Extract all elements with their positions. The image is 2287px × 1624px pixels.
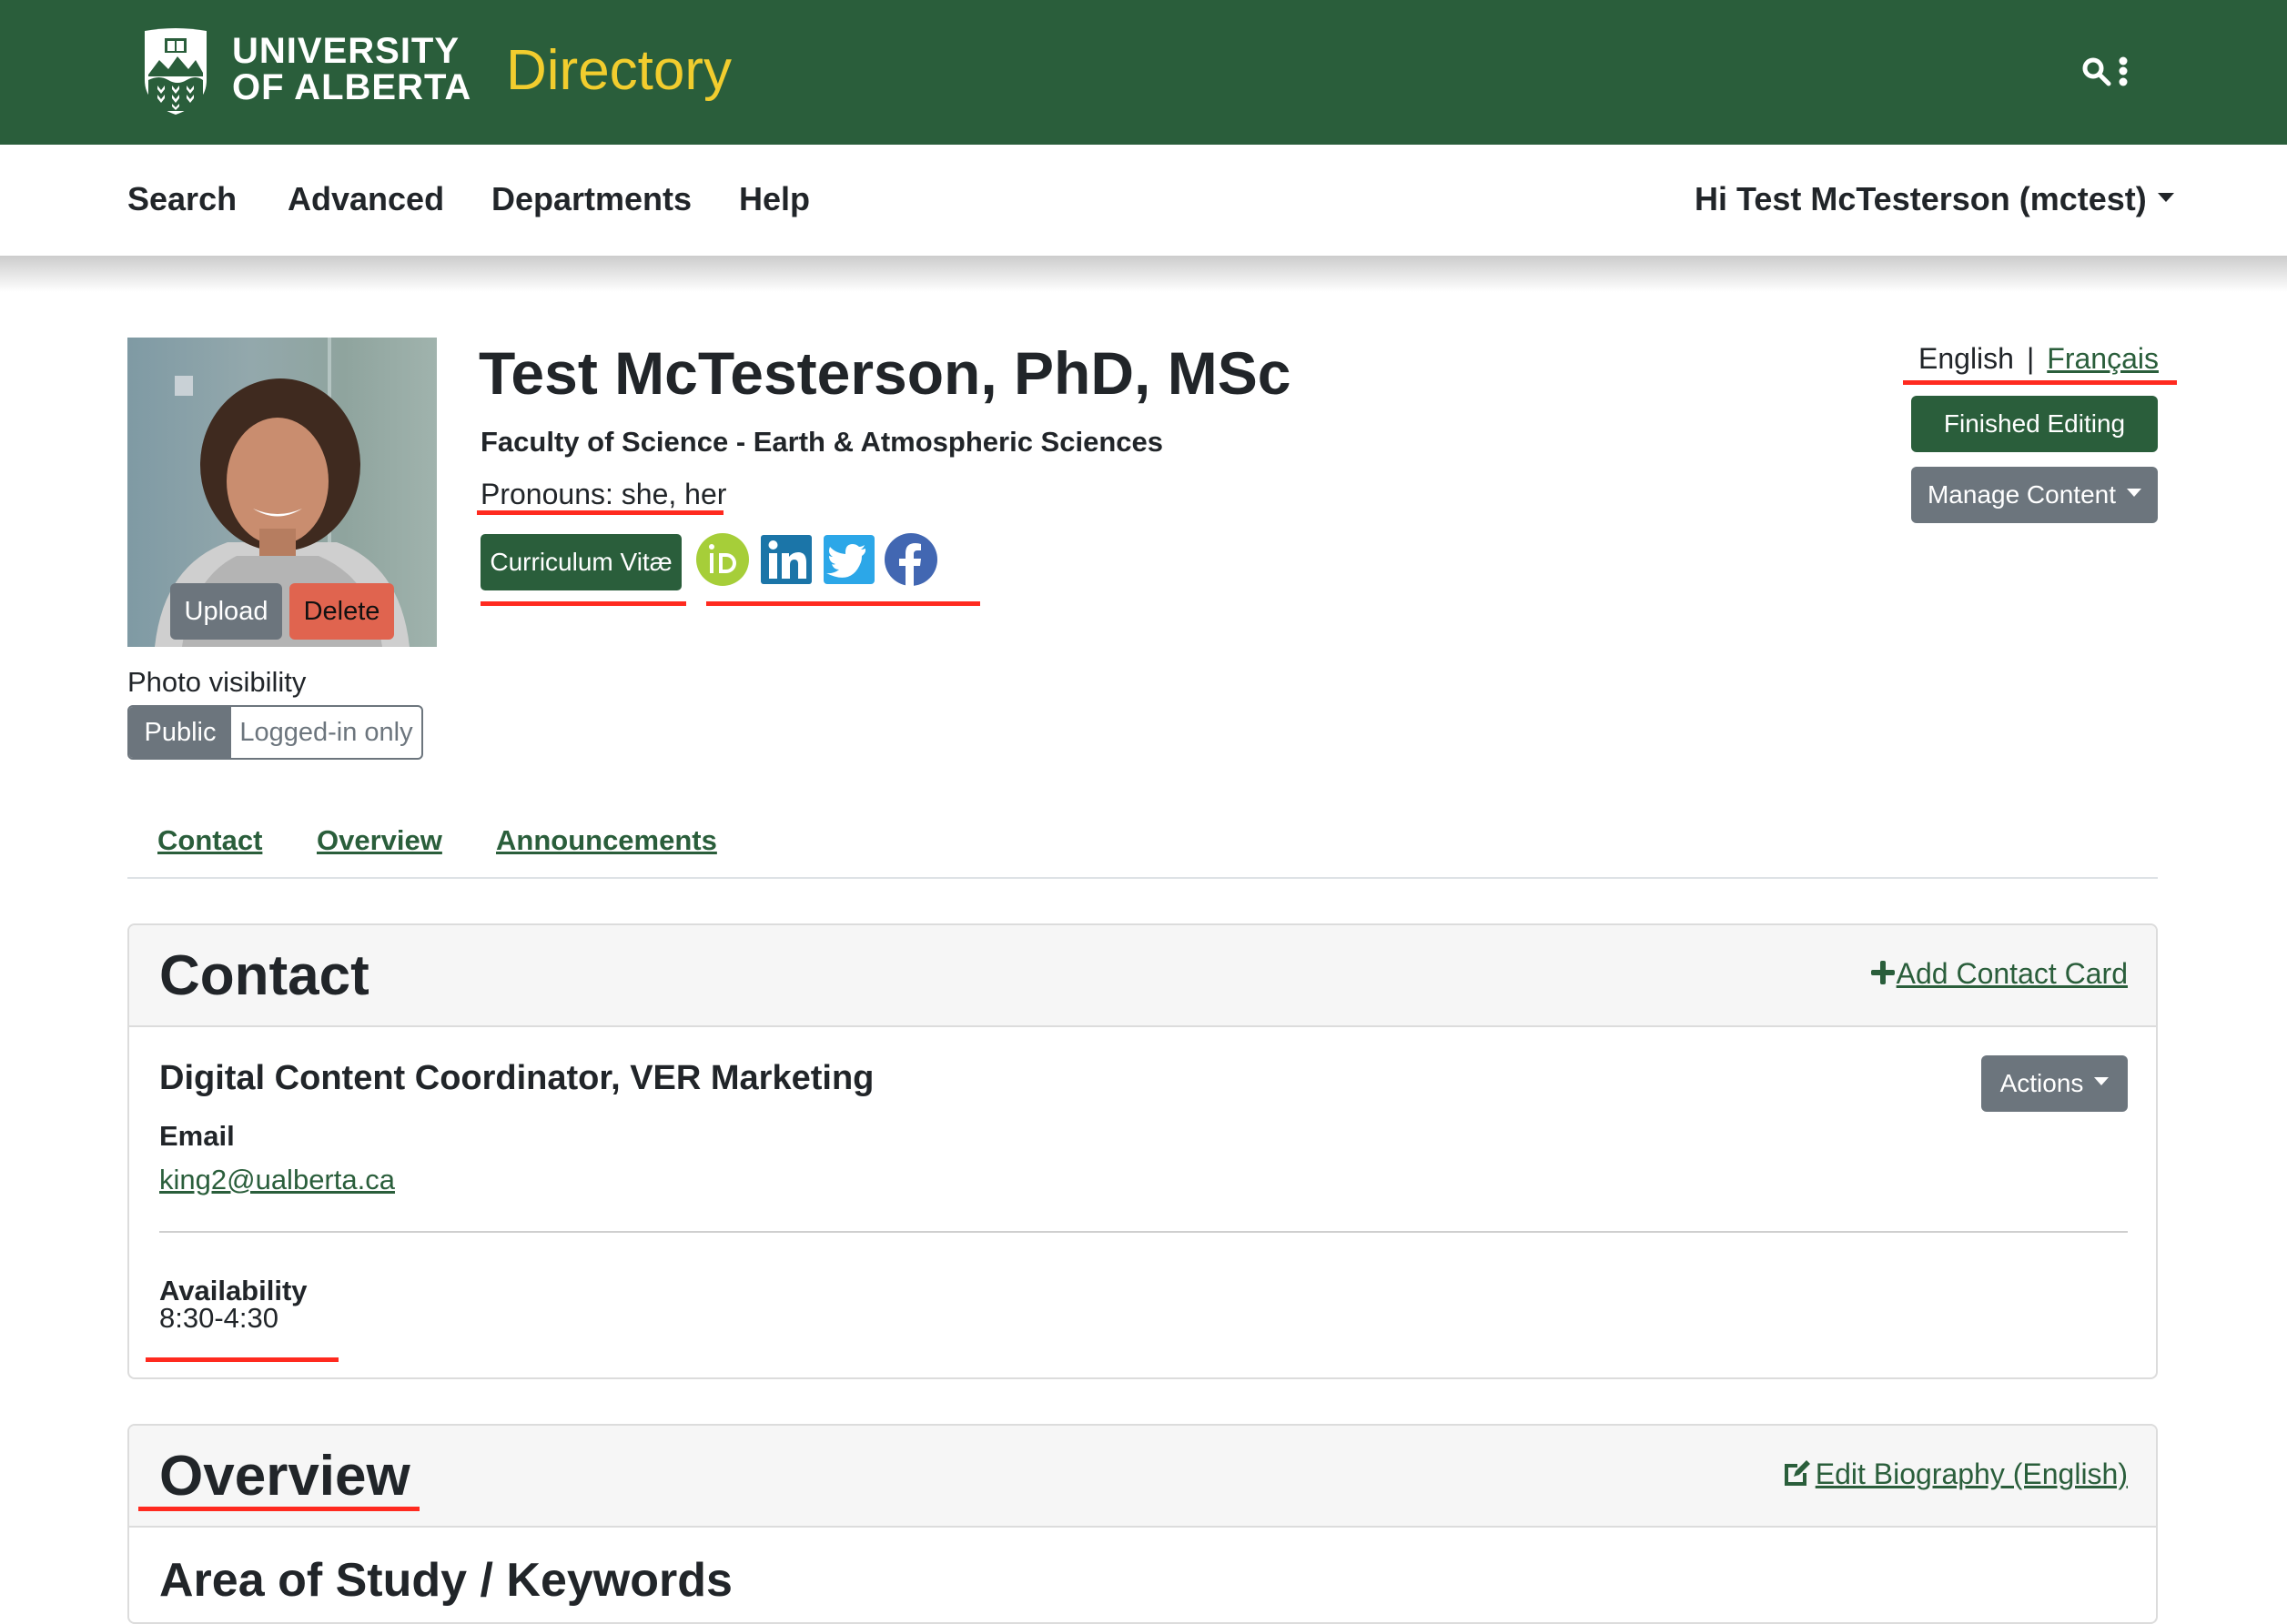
contact-card-title: Contact [159, 944, 369, 1007]
highlight-underline [477, 510, 724, 515]
highlight-underline [481, 601, 686, 606]
area-of-study-heading: Area of Study / Keywords [159, 1554, 733, 1607]
profile-faculty: Faculty of Science - Earth & Atmospheric… [481, 426, 1163, 458]
user-menu-label: Hi Test McTesterson (mctest) [1695, 180, 2147, 217]
delete-photo-button[interactable]: Delete [289, 583, 394, 640]
search-icon[interactable] [2081, 56, 2112, 87]
linkedin-icon[interactable] [761, 533, 812, 586]
edit-biography-label: Edit Biography (English) [1815, 1458, 2128, 1490]
edit-icon [1784, 1460, 1810, 1486]
nav-help[interactable]: Help [739, 177, 810, 221]
tab-contact[interactable]: Contact [157, 821, 262, 861]
visibility-logged-in-option[interactable]: Logged-in only [231, 707, 421, 758]
user-menu-dropdown[interactable]: Hi Test McTesterson (mctest) [1695, 177, 2174, 221]
email-link[interactable]: king2@ualberta.ca [159, 1164, 395, 1195]
caret-down-icon [2094, 1077, 2110, 1086]
add-contact-card-link[interactable]: Add Contact Card [1869, 953, 2128, 994]
edit-biography-link[interactable]: Edit Biography (English) [1781, 1453, 2128, 1495]
contact-card-header: Contact Add Contact Card [129, 925, 2156, 1027]
availability-value: 8:30-4:30 [159, 1302, 278, 1334]
tab-overview[interactable]: Overview [317, 821, 442, 861]
upload-photo-button[interactable]: Upload [170, 583, 282, 640]
nav-departments[interactable]: Departments [491, 177, 692, 221]
manage-content-label: Manage Content [1927, 480, 2117, 509]
language-switcher: English | Français [1918, 338, 2159, 378]
plus-icon [1870, 961, 1895, 984]
wordmark-line-2: OF ALBERTA [232, 67, 472, 107]
actions-label: Actions [1999, 1069, 2084, 1097]
highlight-underline [138, 1507, 420, 1511]
nav-search[interactable]: Search [127, 177, 237, 221]
highlight-underline [1903, 380, 2177, 385]
university-wordmark[interactable]: UNIVERSITY OF ALBERTA [232, 33, 471, 106]
orcid-icon[interactable] [696, 533, 749, 586]
app-title[interactable]: Directory [506, 36, 732, 106]
highlight-underline [706, 601, 980, 606]
kebab-menu-icon[interactable] [2117, 56, 2130, 87]
caret-down-icon [2127, 489, 2142, 498]
language-current: English [1918, 342, 2014, 375]
contact-card: Contact Add Contact Card Digital Content… [127, 923, 2158, 1379]
contact-actions-dropdown[interactable]: Actions [1981, 1055, 2128, 1112]
nav-advanced[interactable]: Advanced [288, 177, 444, 221]
overview-card-title: Overview [159, 1445, 410, 1508]
email-label: Email [159, 1120, 235, 1152]
contact-position-title: Digital Content Coordinator, VER Marketi… [159, 1059, 875, 1097]
manage-content-dropdown[interactable]: Manage Content [1911, 467, 2158, 523]
contact-divider [159, 1231, 2128, 1233]
overview-card-header: Overview Edit Biography (English) [129, 1426, 2156, 1528]
facebook-icon[interactable] [885, 533, 937, 586]
add-contact-card-label: Add Contact Card [1896, 957, 2128, 990]
curriculum-vitae-button[interactable]: Curriculum Vitæ [481, 534, 682, 590]
finished-editing-button[interactable]: Finished Editing [1911, 396, 2158, 452]
tab-announcements[interactable]: Announcements [496, 821, 717, 861]
tabs-divider [127, 877, 2158, 879]
language-francais-link[interactable]: Français [2047, 342, 2159, 375]
profile-name: Test McTesterson, PhD, MSc [479, 339, 1291, 407]
language-separator: | [2026, 342, 2035, 375]
caret-down-icon [2157, 193, 2174, 203]
photo-visibility-label: Photo visibility [127, 666, 307, 698]
profile-pronouns: Pronouns: she, her [481, 478, 727, 510]
navbar-shadow [0, 256, 2287, 292]
wordmark-line-1: UNIVERSITY [232, 31, 460, 71]
highlight-underline [146, 1357, 339, 1362]
twitter-icon[interactable] [824, 533, 875, 586]
photo-visibility-toggle: Public Logged-in only [127, 705, 423, 760]
university-shield-logo-icon[interactable] [141, 27, 210, 116]
visibility-public-option[interactable]: Public [129, 707, 231, 758]
overview-card: Overview Edit Biography (English) Area o… [127, 1424, 2158, 1624]
